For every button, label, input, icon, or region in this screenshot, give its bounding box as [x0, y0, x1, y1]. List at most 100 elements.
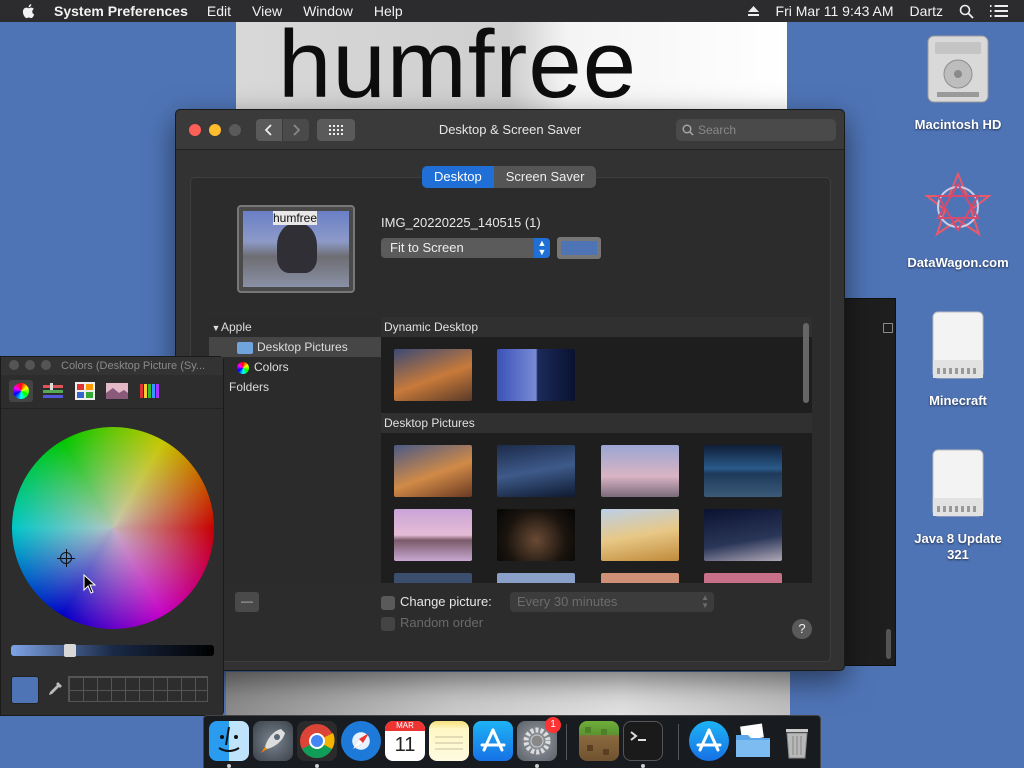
colors-panel-titlebar[interactable]: Colors (Desktop Picture (Sy... — [1, 357, 223, 375]
fill-color-well[interactable] — [557, 237, 601, 259]
app-store-icon — [696, 728, 722, 752]
tab-control: Desktop Screen Saver — [422, 166, 597, 188]
dock-safari[interactable] — [341, 721, 381, 761]
disk-image-icon — [932, 449, 984, 517]
slider-knob[interactable] — [64, 644, 76, 657]
crayons-tab[interactable] — [137, 380, 161, 402]
close-button[interactable] — [9, 360, 19, 370]
menu-help[interactable]: Help — [374, 3, 403, 19]
menu-app-name[interactable]: System Preferences — [54, 3, 188, 19]
scrollbar[interactable] — [886, 629, 891, 659]
wallpaper-thumbnail[interactable] — [497, 573, 575, 583]
menu-user[interactable]: Dartz — [910, 3, 943, 19]
wallpaper-thumbnail[interactable] — [601, 509, 679, 561]
dock-launchpad[interactable] — [253, 721, 293, 761]
desktop-icon-macintosh-hd[interactable]: Macintosh HD — [903, 32, 1013, 133]
dock-separator — [678, 724, 679, 760]
dock: MAR 11 1 — [203, 715, 821, 768]
window-split-icon[interactable] — [883, 323, 893, 333]
wallpaper-thumbnail[interactable] — [601, 573, 679, 583]
fit-popup-button[interactable]: Fit to Screen ▲ ▼ — [381, 238, 550, 258]
dock-chrome[interactable] — [297, 721, 337, 761]
random-order-option[interactable]: Random order — [381, 615, 483, 631]
interval-popup[interactable]: Every 30 minutes ▲ ▼ — [510, 592, 714, 612]
gallery-scrollbar[interactable] — [803, 323, 809, 403]
remove-folder-button[interactable]: — — [235, 592, 259, 612]
wallpaper-thumbnail[interactable] — [704, 573, 782, 583]
wallpaper-thumbnail[interactable] — [497, 445, 575, 497]
dock-minecraft[interactable] — [579, 721, 619, 761]
menu-view[interactable]: View — [252, 3, 282, 19]
desktop-icon-label: DataWagon.com — [907, 255, 1009, 270]
desktop-icon-minecraft[interactable]: Minecraft — [903, 308, 1013, 409]
datawagon-star-icon — [924, 171, 992, 237]
sidebar-group-apple[interactable]: ▼Apple — [209, 317, 381, 337]
wallpaper-thumbnail[interactable] — [497, 509, 575, 561]
compass-icon — [353, 733, 369, 749]
brightness-slider[interactable] — [11, 644, 214, 657]
disclosure-triangle-icon[interactable]: ▼ — [211, 318, 221, 338]
dock-notes[interactable] — [429, 721, 469, 761]
wallpaper-thumbnail[interactable] — [394, 573, 472, 583]
current-color-swatch[interactable] — [11, 676, 39, 704]
random-order-checkbox[interactable] — [381, 616, 395, 631]
zoom-button[interactable] — [41, 360, 51, 370]
change-picture-option[interactable]: Change picture: — [381, 594, 492, 610]
color-picker-crosshair[interactable] — [57, 549, 75, 567]
wallpaper-thumbnail[interactable] — [497, 349, 575, 401]
image-palettes-tab[interactable] — [105, 380, 129, 402]
palettes-icon — [75, 382, 95, 400]
control-center-icon[interactable] — [990, 4, 1008, 18]
sidebar-group-label: Apple — [221, 320, 252, 334]
background-window[interactable] — [838, 298, 896, 666]
tab-screen-saver[interactable]: Screen Saver — [493, 166, 597, 188]
eject-icon[interactable] — [747, 5, 760, 17]
change-picture-label: Change picture: — [400, 594, 492, 609]
dock-calendar[interactable]: MAR 11 — [385, 721, 425, 761]
dock-system-preferences[interactable]: 1 — [517, 717, 561, 761]
notification-badge: 1 — [545, 717, 561, 733]
dock-app-store[interactable] — [473, 721, 513, 761]
dock-app-store-folder[interactable] — [689, 721, 729, 761]
wallpaper-thumbnail[interactable] — [704, 509, 782, 561]
minimize-button[interactable] — [25, 360, 35, 370]
color-sliders-tab[interactable] — [41, 380, 65, 402]
wallpaper-thumbnail[interactable] — [394, 509, 472, 561]
dock-folder[interactable] — [733, 721, 773, 761]
menu-window[interactable]: Window — [303, 3, 353, 19]
dock-trash[interactable] — [777, 721, 817, 761]
desktop-icon-label: Macintosh HD — [914, 117, 1002, 132]
sidebar-item-colors[interactable]: Colors — [209, 357, 381, 377]
preview-text: humfree — [273, 211, 318, 225]
spotlight-search-icon[interactable] — [959, 4, 974, 19]
sidebar-group-folders[interactable]: Folders — [209, 377, 381, 397]
menu-clock[interactable]: Fri Mar 11 9:43 AM — [776, 3, 894, 19]
color-wheel-tab[interactable] — [9, 380, 33, 402]
menu-edit[interactable]: Edit — [207, 3, 231, 19]
wallpaper-thumbnail[interactable] — [394, 445, 472, 497]
dock-terminal[interactable] — [623, 721, 663, 761]
colors-panel-title: Colors (Desktop Picture (Sy... — [61, 360, 206, 372]
wallpaper-thumbnail[interactable] — [601, 445, 679, 497]
dock-finder[interactable] — [209, 721, 249, 761]
change-picture-checkbox[interactable] — [381, 595, 395, 610]
trash-icon — [786, 729, 808, 759]
tab-desktop[interactable]: Desktop — [422, 166, 494, 188]
desktop-icon-java[interactable]: Java 8 Update 321 — [903, 446, 1013, 563]
wallpaper-thumbnail[interactable] — [394, 349, 472, 401]
color-palettes-tab[interactable] — [73, 380, 97, 402]
help-button[interactable]: ? — [792, 619, 812, 639]
search-input[interactable]: Search — [676, 119, 836, 141]
rocket-icon — [261, 729, 285, 753]
color-swatches-grid[interactable] — [68, 676, 208, 702]
wallpaper-thumbnail[interactable] — [704, 445, 782, 497]
desktop-icon-datawagon[interactable]: DataWagon.com — [903, 170, 1013, 271]
apple-menu-icon[interactable] — [20, 2, 38, 20]
sidebar-item-label: Desktop Pictures — [257, 340, 348, 354]
sidebar-item-desktop-pictures[interactable]: Desktop Pictures — [209, 337, 381, 357]
color-wheel[interactable] — [12, 427, 214, 629]
running-indicator — [315, 764, 319, 768]
window-titlebar[interactable]: Desktop & Screen Saver Search — [176, 110, 844, 150]
eyedropper-icon[interactable] — [47, 681, 63, 699]
app-store-icon — [480, 728, 506, 752]
